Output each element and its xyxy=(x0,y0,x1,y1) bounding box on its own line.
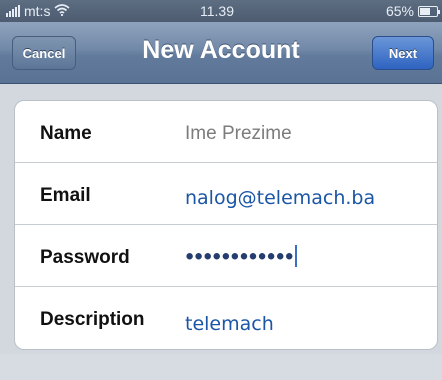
status-time: 11.39 xyxy=(200,3,234,19)
status-left: mt:s xyxy=(6,3,70,19)
name-row[interactable]: Name Ime Prezime xyxy=(15,101,437,163)
password-label: Password xyxy=(40,247,130,268)
status-bar: mt:s 11.39 65% xyxy=(0,0,442,22)
password-row[interactable]: Password ●●●●●●●●●●●● xyxy=(15,225,437,287)
password-field[interactable]: ●●●●●●●●●●●● xyxy=(185,245,297,267)
name-label: Name xyxy=(40,123,92,144)
description-row[interactable]: Description telemach xyxy=(15,287,437,349)
account-form: Name Ime Prezime Email nalog@telemach.ba… xyxy=(14,100,438,350)
name-field[interactable]: Ime Prezime xyxy=(185,123,292,145)
battery-icon xyxy=(418,5,440,17)
password-dots: ●●●●●●●●●●●● xyxy=(185,247,294,265)
description-label: Description xyxy=(40,309,145,330)
email-label: Email xyxy=(40,185,91,206)
next-button[interactable]: Next xyxy=(372,36,434,70)
navigation-bar: Cancel New Account Next xyxy=(0,22,442,84)
text-caret xyxy=(294,245,297,267)
background-strip xyxy=(0,354,442,380)
description-field[interactable]: telemach xyxy=(185,313,274,335)
email-row[interactable]: Email nalog@telemach.ba xyxy=(15,163,437,225)
carrier-name: mt:s xyxy=(24,3,51,19)
signal-icon xyxy=(6,5,20,17)
email-field[interactable]: nalog@telemach.ba xyxy=(185,187,376,209)
wifi-icon xyxy=(54,3,70,19)
battery-percent: 65% xyxy=(385,3,414,19)
battery-indicator: 65% xyxy=(385,3,440,19)
